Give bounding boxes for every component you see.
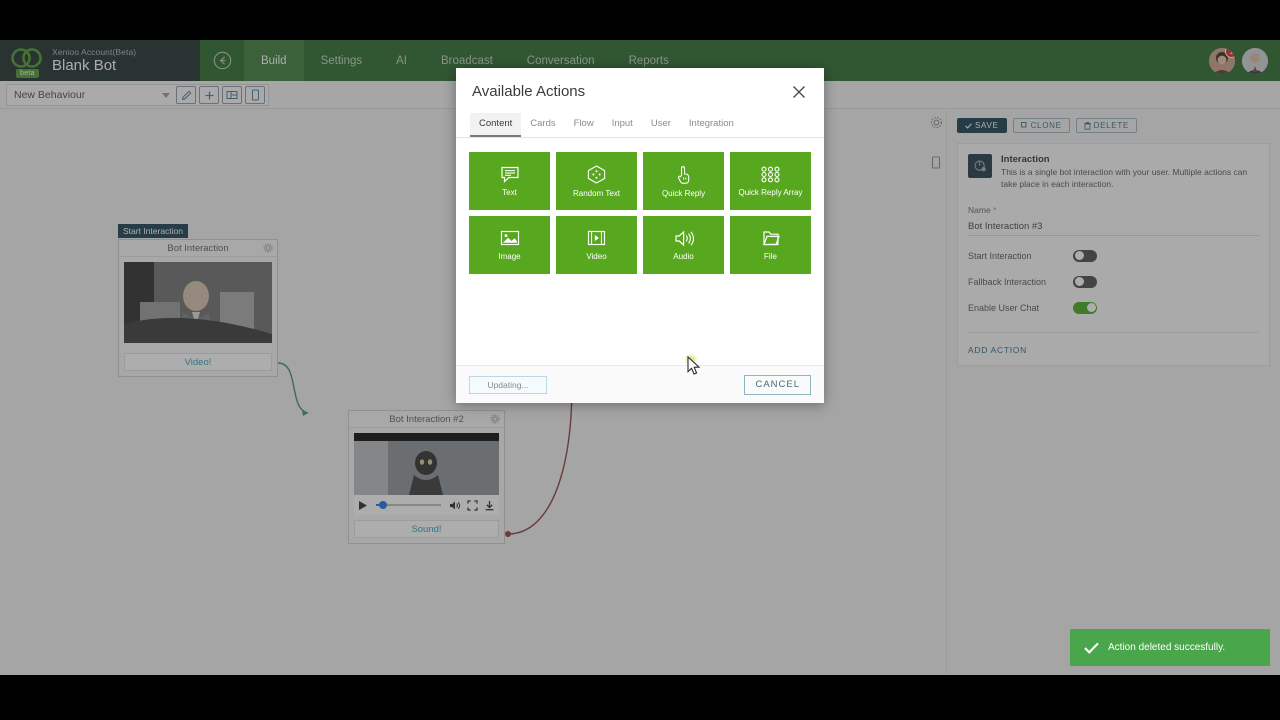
- action-tile-file[interactable]: File: [730, 216, 811, 274]
- modal-header: Available Actions: [456, 68, 824, 101]
- check-icon: [1084, 642, 1099, 654]
- toast-notification[interactable]: Action deleted succesfully.: [1070, 629, 1270, 666]
- dot-grid-icon: [761, 166, 780, 182]
- mouse-cursor: [684, 353, 706, 379]
- available-actions-modal: Available Actions Content Cards Flow Inp…: [456, 68, 824, 403]
- action-tile-random-text[interactable]: Random Text: [556, 152, 637, 210]
- dice-icon: [587, 164, 606, 184]
- modal-title: Available Actions: [472, 83, 586, 100]
- audio-icon: [674, 230, 694, 246]
- modal-tabs: Content Cards Flow Input User Integratio…: [456, 113, 824, 138]
- action-tile-quick-reply[interactable]: Quick Reply: [643, 152, 724, 210]
- tab-user[interactable]: User: [642, 113, 680, 137]
- app-stage: beta Xenioo Account(Beta) Blank Bot Buil…: [0, 40, 1280, 675]
- tab-content[interactable]: Content: [470, 113, 522, 137]
- updating-button[interactable]: Updating...: [469, 375, 547, 394]
- action-tile-label: Image: [498, 251, 521, 261]
- tab-integration[interactable]: Integration: [680, 113, 743, 137]
- speech-bubble-icon: [500, 166, 519, 183]
- action-tile-label: Text: [502, 187, 517, 197]
- action-tile-label: Video: [586, 251, 607, 261]
- close-icon[interactable]: [790, 83, 808, 101]
- action-tile-video[interactable]: Video: [556, 216, 637, 274]
- action-tile-text[interactable]: Text: [469, 152, 550, 210]
- toast-message: Action deleted succesfully.: [1108, 642, 1226, 653]
- modal-footer: Updating... CANCEL: [456, 365, 824, 403]
- action-tile-label: Audio: [673, 251, 694, 261]
- action-tile-label: Random Text: [573, 188, 620, 198]
- action-tile-label: Quick Reply: [661, 188, 706, 198]
- action-tile-image[interactable]: Image: [469, 216, 550, 274]
- action-tile-audio[interactable]: Audio: [643, 216, 724, 274]
- tap-hand-icon: [677, 165, 689, 184]
- film-icon: [587, 230, 606, 245]
- cancel-button[interactable]: CANCEL: [744, 374, 811, 395]
- tab-input[interactable]: Input: [603, 113, 642, 137]
- tab-cards[interactable]: Cards: [521, 113, 564, 137]
- image-icon: [500, 230, 519, 245]
- action-tiles-grid: Text Random Text Quick Reply Quick Reply…: [456, 138, 824, 274]
- folder-icon: [762, 231, 780, 246]
- action-tile-label: Quick Reply Array: [738, 187, 803, 197]
- tab-flow[interactable]: Flow: [565, 113, 603, 137]
- screen-root: beta Xenioo Account(Beta) Blank Bot Buil…: [0, 0, 1280, 720]
- action-tile-quick-reply-array[interactable]: Quick Reply Array: [730, 152, 811, 210]
- action-tile-label: File: [764, 252, 777, 261]
